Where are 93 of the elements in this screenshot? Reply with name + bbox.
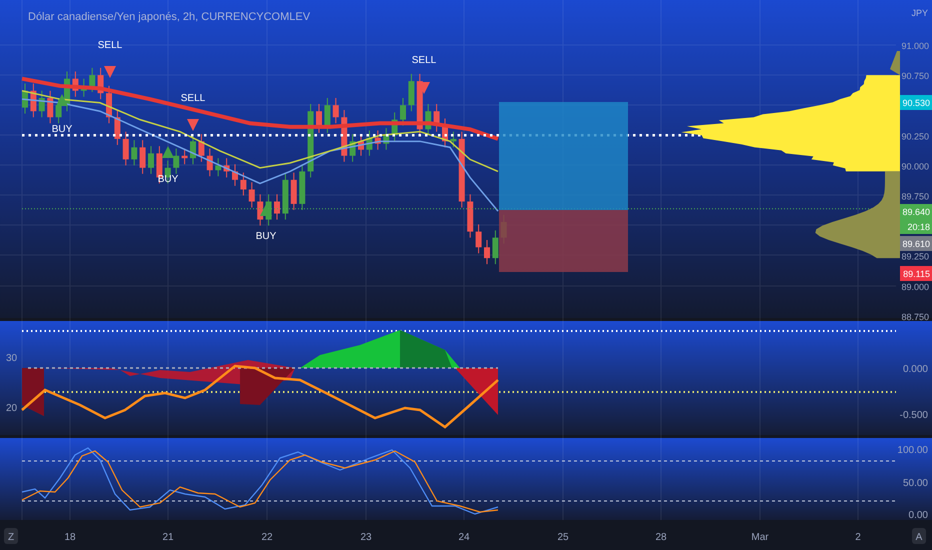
candle	[89, 67, 96, 92]
price-badge-text: 89.640	[902, 207, 930, 217]
up-triangle-icon	[56, 94, 68, 106]
time-label: 2	[855, 532, 861, 543]
price-tick: 90.000	[901, 161, 929, 172]
currency-label: JPY	[911, 8, 928, 18]
stochastic-tick: 0.00	[908, 510, 928, 521]
candle	[358, 134, 364, 156]
down-triangle-icon	[187, 119, 199, 131]
oscillator-tick: -0.500	[900, 410, 928, 421]
candle	[131, 140, 138, 166]
candle	[392, 112, 398, 142]
candle	[274, 194, 280, 220]
candle	[299, 164, 306, 210]
oscillator-tick: 30	[6, 353, 18, 364]
candle	[282, 172, 288, 220]
down-triangle-icon	[104, 66, 116, 78]
signal-label: SELL	[412, 55, 436, 66]
candle	[232, 164, 238, 186]
candle	[30, 83, 36, 118]
signal-label: BUY	[52, 124, 72, 135]
candle	[442, 118, 448, 148]
stochastic-tick: 50.00	[902, 478, 928, 489]
candle	[248, 182, 255, 208]
price-badge-text: 90.530	[902, 98, 930, 108]
time-label: 23	[360, 532, 372, 543]
candle	[467, 194, 474, 238]
candle	[383, 128, 390, 150]
candle	[140, 140, 146, 174]
candle	[114, 110, 120, 146]
time-label: 24	[458, 532, 470, 543]
candle	[434, 104, 440, 132]
candle	[122, 131, 129, 166]
candle	[38, 90, 45, 118]
signal-label: BUY	[256, 231, 276, 242]
price-tick: 90.250	[901, 131, 929, 142]
price-tick: 90.750	[901, 71, 929, 82]
candle	[98, 67, 104, 100]
candle	[476, 224, 482, 254]
candle	[350, 134, 356, 162]
time-label: 21	[162, 532, 174, 543]
candle	[324, 97, 330, 134]
time-label: 28	[655, 532, 667, 543]
candle	[374, 130, 381, 150]
price-tick: 88.750	[901, 312, 929, 322]
price-badge-text: 89.115	[903, 269, 930, 279]
price-badge-text: 20:18	[907, 222, 930, 232]
candle	[148, 146, 154, 174]
auto-scale-button[interactable]: A	[912, 528, 926, 544]
candle	[215, 158, 222, 177]
time-label: 18	[64, 532, 76, 543]
candle	[173, 148, 180, 174]
chart-title: Dólar canadiense/Yen japonés, 2h, CURRENCYCOMLEV	[28, 11, 310, 23]
candle	[290, 172, 297, 210]
price-tick: 89.000	[901, 282, 929, 292]
candle	[47, 90, 54, 124]
candle	[72, 71, 78, 98]
price-tick: 91.000	[901, 41, 929, 51]
candle	[408, 73, 414, 112]
signal-label: SELL	[98, 40, 122, 51]
oscillator-tick: 20	[6, 403, 18, 414]
candle	[190, 134, 196, 165]
time-label: 25	[557, 532, 569, 543]
candle	[425, 104, 432, 136]
signal-label: SELL	[180, 93, 206, 104]
candle	[332, 97, 339, 124]
up-triangle-icon	[162, 146, 174, 158]
candle	[257, 194, 264, 226]
candle	[240, 172, 246, 196]
candle	[182, 148, 188, 165]
price-tick: 89.250	[901, 252, 929, 262]
up-triangle-icon	[260, 204, 272, 216]
stochastic-tick: 100.00	[897, 445, 928, 456]
candle	[366, 130, 372, 156]
candle	[206, 148, 213, 177]
candle	[416, 73, 423, 136]
time-label: Mar	[751, 532, 769, 543]
z-button[interactable]: Z	[4, 528, 18, 544]
candle	[198, 134, 204, 162]
candle	[22, 83, 28, 114]
candle	[106, 85, 112, 124]
candle	[80, 78, 87, 98]
candle	[450, 131, 456, 148]
price-badge-text: 89.610	[902, 239, 930, 249]
candle	[484, 240, 490, 265]
candle	[492, 230, 498, 265]
candle	[316, 104, 322, 134]
price-tick: 89.750	[901, 192, 929, 202]
candle	[341, 110, 348, 162]
time-label: 22	[261, 532, 273, 543]
candle	[56, 97, 62, 124]
candle	[224, 158, 230, 178]
oscillator-tick: 0.000	[902, 364, 928, 375]
